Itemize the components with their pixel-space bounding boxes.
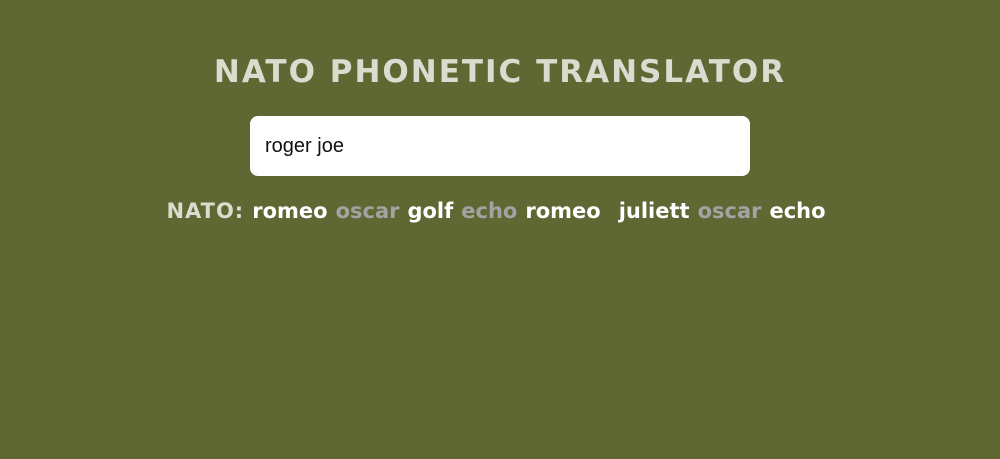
nato-word: oscar <box>697 199 762 223</box>
page-title: NATO PHONETIC TRANSLATOR <box>213 54 787 90</box>
text-input[interactable] <box>250 116 750 176</box>
nato-words: romeo oscar golf echo romeo juliett oscar echo <box>252 199 833 223</box>
nato-prefix: NATO: <box>166 199 245 223</box>
page: NATO PHONETIC TRANSLATOR NATO: romeo oscar… <box>0 0 1000 459</box>
nato-output: NATO: romeo oscar golf echo romeo juliett oscar… <box>0 196 1000 226</box>
nato-word: oscar <box>335 199 400 223</box>
input-container <box>250 116 750 176</box>
nato-word: juliett <box>618 199 690 223</box>
nato-word: romeo <box>525 199 601 223</box>
nato-word: echo <box>769 199 826 223</box>
nato-word: romeo <box>252 199 328 223</box>
nato-word: golf <box>407 199 454 223</box>
nato-word: echo <box>461 199 518 223</box>
